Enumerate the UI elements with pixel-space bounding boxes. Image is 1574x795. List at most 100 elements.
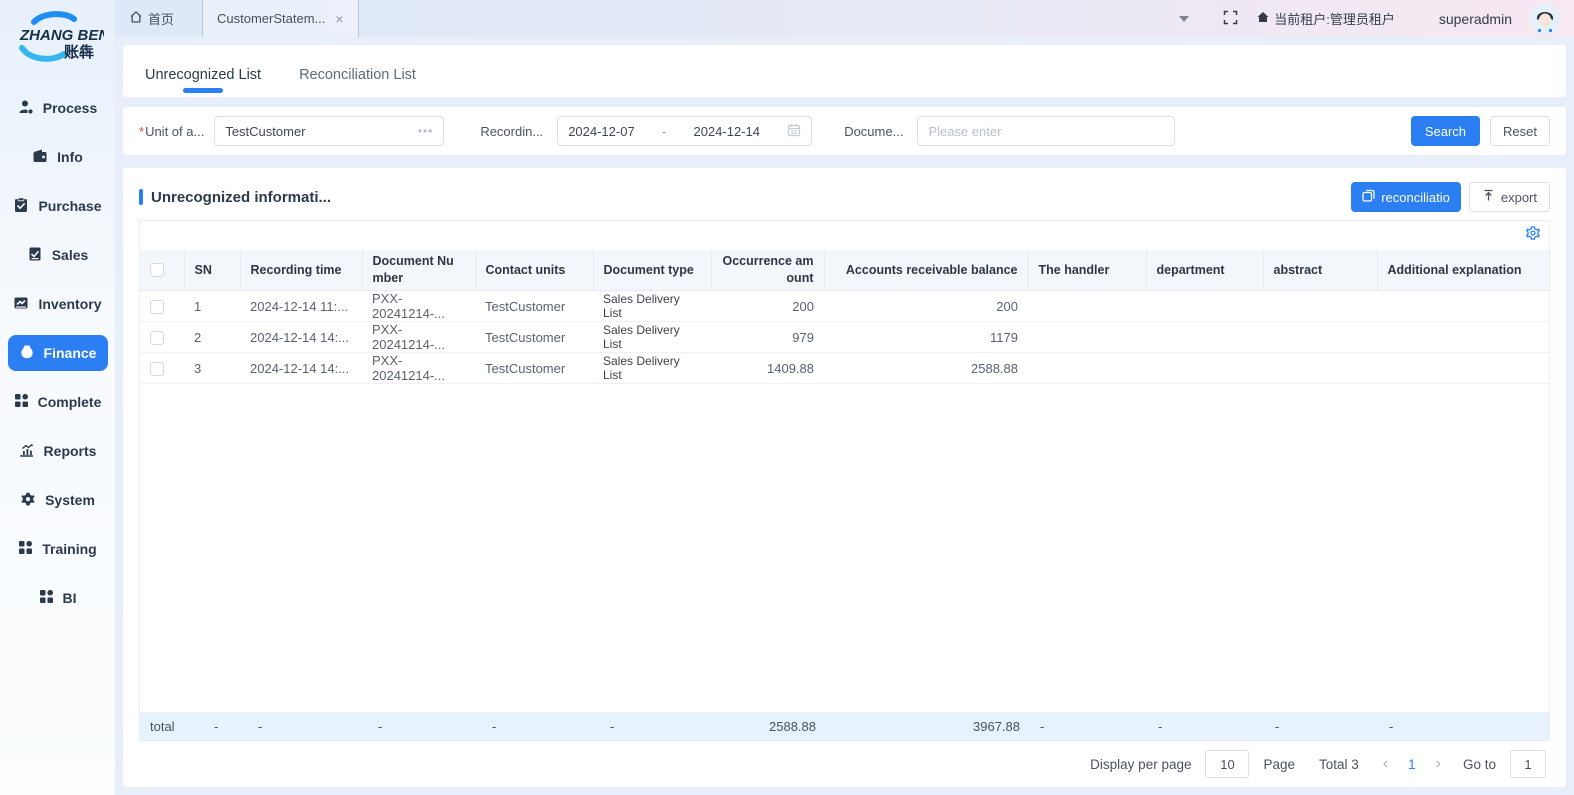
- sidebar-item-label: Info: [57, 149, 83, 165]
- col-handler[interactable]: The handler: [1028, 250, 1146, 291]
- row-checkbox[interactable]: [150, 300, 164, 314]
- app-logo: ZHANG BEN 账犇: [0, 8, 115, 72]
- open-page-tab[interactable]: CustomerStatem... ×: [202, 0, 359, 37]
- sidebar-item-info[interactable]: Info: [8, 139, 108, 175]
- title-accent-bar: [139, 189, 143, 205]
- total-occurrence-amount: 2588.88: [710, 719, 826, 734]
- app-window: ZHANG BEN 账犇 Process Info Purchase Sales: [0, 0, 1574, 795]
- home-icon: [129, 10, 143, 27]
- table-row[interactable]: 2 2024-12-14 14:... PXX-20241214-... Tes…: [140, 322, 1549, 353]
- ellipsis-icon: •••: [418, 124, 434, 138]
- sidebar-item-sales[interactable]: Sales: [8, 237, 108, 273]
- search-button[interactable]: Search: [1411, 116, 1480, 146]
- column-settings-icon[interactable]: [1525, 225, 1541, 246]
- col-document-type[interactable]: Document type: [593, 250, 711, 291]
- sidebar-item-complete[interactable]: Complete: [8, 384, 108, 420]
- export-icon: [1482, 189, 1495, 205]
- total-count-label: Total 3: [1319, 757, 1359, 772]
- person-icon: [18, 99, 34, 118]
- sidebar: ZHANG BEN 账犇 Process Info Purchase Sales: [0, 0, 115, 795]
- export-button[interactable]: export: [1469, 182, 1550, 212]
- money-bag-icon: [19, 344, 35, 363]
- records-table: SN Recording time Document Number Contac…: [140, 250, 1549, 384]
- unit-filter-label: *Unit of a...: [139, 124, 204, 139]
- page-size-label: Display per page: [1090, 757, 1191, 772]
- total-row: total - - - - - 2588.88 3967.88 - - - -: [140, 712, 1549, 740]
- row-checkbox[interactable]: [150, 331, 164, 345]
- unit-select[interactable]: TestCustomer •••: [214, 116, 444, 146]
- col-department[interactable]: department: [1146, 250, 1263, 291]
- reconciliation-button[interactable]: reconciliatio: [1351, 182, 1461, 212]
- sidebar-item-system[interactable]: System: [8, 482, 108, 518]
- recording-filter-label: Recordin...: [480, 124, 543, 139]
- sidebar-item-purchase[interactable]: Purchase: [8, 188, 108, 224]
- prev-page-icon[interactable]: ‹: [1383, 755, 1388, 773]
- date-end[interactable]: 2024-12-14: [693, 124, 760, 139]
- tab-reconciliation-list[interactable]: Reconciliation List: [299, 67, 416, 97]
- col-occurrence-amount[interactable]: Occurrence amount: [711, 250, 824, 291]
- copy-icon: [1362, 189, 1375, 205]
- sidebar-item-inventory[interactable]: Inventory: [8, 286, 108, 322]
- close-icon[interactable]: ×: [335, 11, 343, 27]
- current-page[interactable]: 1: [1402, 757, 1422, 772]
- sidebar-item-reports[interactable]: Reports: [8, 433, 108, 469]
- reset-button[interactable]: Reset: [1490, 116, 1550, 146]
- avatar[interactable]: [1530, 4, 1560, 34]
- data-grid: SN Recording time Document Number Contac…: [139, 250, 1550, 741]
- date-range-picker[interactable]: 2024-12-07 - 2024-12-14: [557, 116, 812, 146]
- section-actions: reconciliatio export: [1351, 182, 1550, 212]
- date-start[interactable]: 2024-12-07: [568, 124, 635, 139]
- select-all-checkbox[interactable]: [150, 263, 164, 277]
- row-checkbox[interactable]: [150, 362, 164, 376]
- sidebar-item-finance[interactable]: Finance: [8, 335, 108, 371]
- document-input[interactable]: Please enter: [917, 116, 1175, 146]
- sidebar-item-label: Inventory: [38, 296, 101, 312]
- required-mark: *: [139, 124, 144, 139]
- topbar-right: 当前租户:管理员租户 superadmin: [1179, 4, 1560, 34]
- sidebar-item-training[interactable]: Training: [8, 531, 108, 567]
- table-row[interactable]: 3 2024-12-14 14:... PXX-20241214-... Tes…: [140, 353, 1549, 384]
- sidebar-item-label: System: [45, 492, 95, 508]
- header-checkbox-cell: [140, 250, 184, 291]
- fullscreen-icon[interactable]: [1223, 10, 1238, 28]
- note-check-icon: [27, 246, 43, 265]
- content: Unrecognized List Reconciliation List *U…: [115, 37, 1574, 795]
- topbar: 首页 CustomerStatem... × 当前租户:管理员租户 supera…: [115, 0, 1574, 37]
- goto-page-input[interactable]: [1510, 750, 1546, 778]
- gear-icon: [20, 491, 36, 510]
- chevron-down-icon[interactable]: [1179, 16, 1189, 22]
- table-empty-space: [140, 384, 1549, 712]
- goto-label: Go to: [1463, 757, 1496, 772]
- section-title: Unrecognized informati...: [139, 189, 331, 206]
- next-page-icon[interactable]: ›: [1436, 755, 1441, 773]
- main-area: 首页 CustomerStatem... × 当前租户:管理员租户 supera…: [115, 0, 1574, 795]
- sidebar-item-process[interactable]: Process: [8, 90, 108, 126]
- col-additional[interactable]: Additional explanation: [1377, 250, 1549, 291]
- sidebar-item-label: Complete: [38, 394, 102, 410]
- pagination: Display per page Page Total 3 ‹ 1 › Go t…: [139, 741, 1550, 787]
- sidebar-nav: Process Info Purchase Sales Inventory Fi…: [0, 90, 115, 616]
- page-size-input[interactable]: [1205, 750, 1249, 778]
- unit-select-value: TestCustomer: [225, 124, 305, 139]
- sidebar-item-label: Reports: [44, 443, 97, 459]
- svg-text:账犇: 账犇: [64, 43, 94, 61]
- breadcrumb-home[interactable]: 首页: [129, 9, 174, 28]
- table-row[interactable]: 1 2024-12-14 11:... PXX-20241214-... Tes…: [140, 291, 1549, 322]
- grid-icon: [39, 589, 54, 607]
- col-contact-units[interactable]: Contact units: [475, 250, 593, 291]
- page-tabs: Unrecognized List Reconciliation List: [123, 45, 1566, 97]
- document-filter-label: Docume...: [844, 124, 903, 139]
- tab-unrecognized-list[interactable]: Unrecognized List: [145, 67, 261, 97]
- col-recording-time[interactable]: Recording time: [240, 250, 362, 291]
- document-input-placeholder: Please enter: [928, 124, 1001, 139]
- col-abstract[interactable]: abstract: [1263, 250, 1377, 291]
- total-balance: 3967.88: [826, 719, 1030, 734]
- col-sn[interactable]: SN: [184, 250, 240, 291]
- col-document-number[interactable]: Document Number: [362, 250, 475, 291]
- sidebar-item-label: Process: [43, 100, 97, 116]
- col-balance[interactable]: Accounts receivable balance: [824, 250, 1028, 291]
- username[interactable]: superadmin: [1439, 11, 1512, 27]
- chart-box-icon: [13, 295, 29, 314]
- sidebar-item-bi[interactable]: BI: [8, 580, 108, 616]
- tenant-indicator[interactable]: 当前租户:管理员租户: [1256, 9, 1395, 28]
